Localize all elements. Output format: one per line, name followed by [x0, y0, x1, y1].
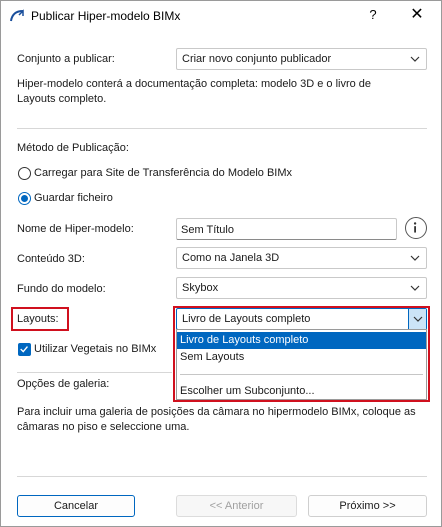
- publish-set-value: Criar novo conjunto publicador: [182, 53, 332, 65]
- publish-bimx-dialog: Publicar Hiper-modelo BIMx ? ✕ Conjunto …: [0, 0, 442, 527]
- info-button[interactable]: [405, 217, 427, 239]
- gallery-description: Para incluir uma galeria de posições da …: [17, 406, 416, 433]
- layouts-label: Layouts:: [17, 313, 59, 325]
- close-button[interactable]: ✕: [405, 4, 429, 26]
- window-title: Publicar Hiper-modelo BIMx: [31, 9, 181, 23]
- model-background-label: Fundo do modelo:: [17, 283, 106, 295]
- archicad-logo-icon: [10, 9, 24, 22]
- divider: [17, 372, 172, 373]
- content-3d-label: Conteúdo 3D:: [17, 253, 85, 265]
- model-name-field[interactable]: [176, 218, 397, 240]
- cancel-button[interactable]: Cancelar: [17, 495, 135, 517]
- model-name-label: Nome de Hiper-modelo:: [17, 223, 134, 235]
- radio-upload[interactable]: [18, 167, 31, 180]
- publish-set-label: Conjunto a publicar:: [17, 53, 115, 65]
- vegetation-checkbox[interactable]: [18, 343, 31, 356]
- chevron-down-icon: [410, 285, 420, 291]
- previous-button[interactable]: << Anterior: [176, 495, 297, 517]
- divider: [17, 476, 427, 477]
- publish-set-description: Hiper-modelo conterá a documentação comp…: [17, 78, 372, 105]
- vegetation-label[interactable]: Utilizar Vegetais no BIMx: [34, 343, 156, 355]
- next-button[interactable]: Próximo >>: [308, 495, 427, 517]
- publish-set-select[interactable]: Criar novo conjunto publicador: [176, 48, 427, 70]
- radio-upload-label[interactable]: Carregar para Site de Transferência do M…: [34, 167, 292, 179]
- layouts-dropdown-highlight: [173, 306, 430, 402]
- info-icon: [413, 222, 417, 233]
- model-name-input[interactable]: [181, 222, 381, 237]
- help-button[interactable]: ?: [365, 7, 381, 25]
- divider: [17, 128, 427, 129]
- chevron-down-icon: [410, 56, 420, 62]
- title-bar: Publicar Hiper-modelo BIMx ? ✕: [1, 1, 441, 31]
- content-3d-value: Como na Janela 3D: [182, 252, 280, 264]
- content-3d-select[interactable]: Como na Janela 3D: [176, 247, 427, 269]
- model-background-value: Skybox: [182, 282, 219, 294]
- gallery-options-label: Opções de galeria:: [17, 378, 110, 390]
- chevron-down-icon: [410, 255, 420, 261]
- model-background-select[interactable]: Skybox: [176, 277, 427, 299]
- publication-method-heading: Método de Publicação:: [17, 142, 129, 154]
- radio-save-file[interactable]: [18, 192, 31, 205]
- radio-save-file-label[interactable]: Guardar ficheiro: [34, 192, 113, 204]
- checkmark-icon: [20, 346, 28, 353]
